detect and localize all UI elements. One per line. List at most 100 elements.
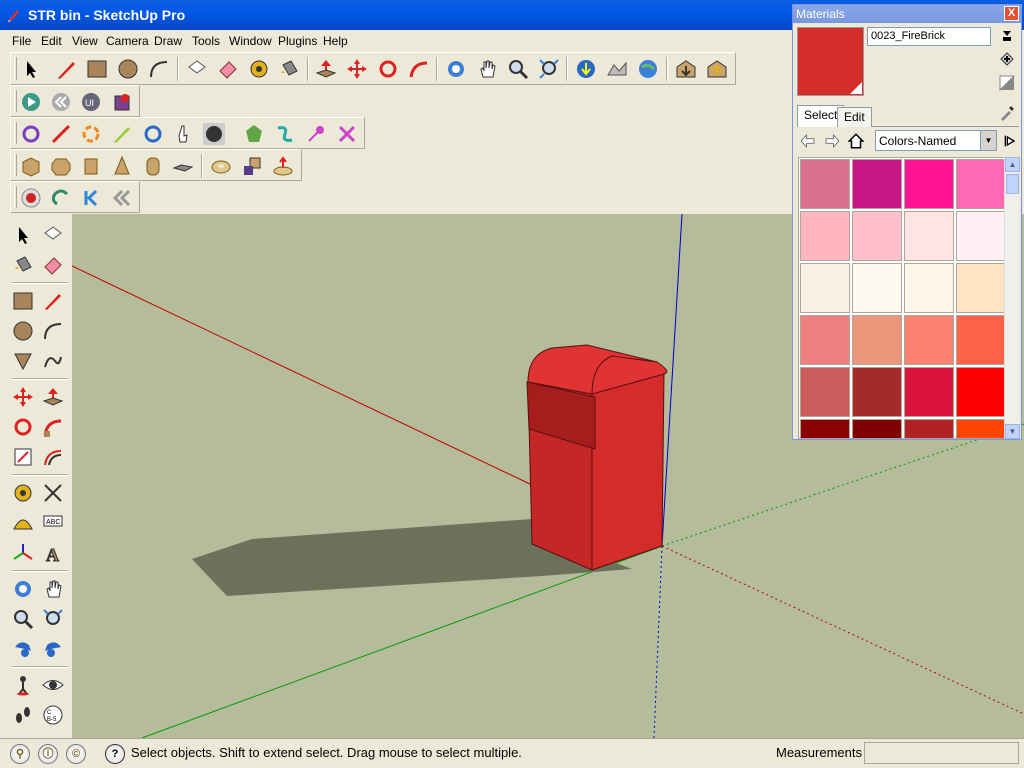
default-material-button[interactable] — [997, 73, 1017, 93]
previous-button[interactable] — [108, 184, 136, 212]
green-pencil-button[interactable] — [108, 120, 136, 148]
zoom-tool[interactable] — [9, 605, 37, 633]
next-view-tool[interactable] — [39, 635, 67, 663]
material-swatch[interactable] — [852, 419, 902, 438]
menu-draw[interactable]: Draw — [154, 34, 182, 48]
material-swatch[interactable] — [904, 211, 954, 261]
loop-button[interactable] — [47, 184, 75, 212]
material-swatch[interactable] — [852, 211, 902, 261]
magenta-x-button[interactable] — [333, 120, 361, 148]
arc-tool[interactable] — [39, 317, 67, 345]
circle-tool-button[interactable] — [114, 55, 142, 83]
material-swatch[interactable] — [956, 419, 1005, 438]
circle-tool[interactable] — [9, 317, 37, 345]
dimension-tool[interactable] — [39, 479, 67, 507]
create-material-button[interactable] — [997, 49, 1017, 69]
paint-bucket-button[interactable] — [275, 55, 303, 83]
box-button[interactable] — [17, 152, 45, 180]
cycle-orange-button[interactable] — [77, 120, 105, 148]
help-question-icon[interactable]: ? — [105, 744, 125, 764]
rotate-tool[interactable] — [9, 413, 37, 441]
3d-text-tool[interactable]: A — [39, 539, 67, 567]
select-tool-button[interactable] — [17, 55, 45, 83]
red-line-button[interactable] — [47, 120, 75, 148]
line-tool[interactable] — [39, 287, 67, 315]
swatch-scrollbar[interactable]: ▲ ▼ — [1004, 157, 1020, 439]
material-swatch[interactable] — [852, 159, 902, 209]
dome-button[interactable] — [269, 152, 297, 180]
google-earth-button[interactable] — [634, 55, 662, 83]
collection-dropdown[interactable]: Colors-Named ▼ — [875, 130, 997, 151]
current-material-swatch[interactable] — [797, 27, 864, 96]
axes-tool[interactable] — [9, 539, 37, 567]
walk-tool[interactable] — [9, 701, 37, 729]
section-plane-tool[interactable]: C B-5 — [39, 701, 67, 729]
material-swatch[interactable] — [852, 367, 902, 417]
rectangle-tool-button[interactable] — [83, 55, 111, 83]
freehand-tool[interactable] — [39, 347, 67, 375]
record-button[interactable] — [17, 184, 45, 212]
pan-tool-button[interactable] — [473, 55, 501, 83]
plugin-cube-button[interactable] — [108, 88, 136, 116]
menu-edit[interactable]: Edit — [41, 34, 62, 48]
material-swatch[interactable] — [904, 419, 954, 438]
scale-tool[interactable] — [9, 443, 37, 471]
cycle-blue-button[interactable] — [139, 120, 167, 148]
orbit-tool-button[interactable] — [442, 55, 470, 83]
push-pull-button[interactable] — [312, 55, 340, 83]
cone-button[interactable] — [108, 152, 136, 180]
make-component-button[interactable] — [183, 55, 211, 83]
material-name-field[interactable]: 0023_FireBrick — [867, 27, 991, 46]
material-swatch[interactable] — [904, 315, 954, 365]
play-button[interactable] — [17, 88, 45, 116]
previous-view-tool[interactable] — [9, 635, 37, 663]
toggle-terrain-button[interactable] — [603, 55, 631, 83]
menu-view[interactable]: View — [72, 34, 98, 48]
pointer-hand-button[interactable] — [169, 120, 197, 148]
position-camera-tool[interactable] — [9, 671, 37, 699]
material-swatch[interactable] — [800, 419, 850, 438]
material-swatch[interactable] — [956, 159, 1005, 209]
pan-tool[interactable] — [39, 575, 67, 603]
forward-button[interactable] — [821, 127, 843, 155]
menu-plugins[interactable]: Plugins — [278, 34, 317, 48]
scroll-down-icon[interactable]: ▼ — [1005, 424, 1020, 439]
material-swatch[interactable] — [800, 367, 850, 417]
credits-icon[interactable]: ⓘ — [38, 744, 58, 764]
green-shape-button[interactable] — [240, 120, 268, 148]
cycle-button[interactable] — [17, 120, 45, 148]
get-models-button[interactable] — [672, 55, 700, 83]
tape-measure-button[interactable] — [245, 55, 273, 83]
menu-window[interactable]: Window — [229, 34, 272, 48]
protractor-tool[interactable] — [9, 509, 37, 537]
material-swatch[interactable] — [956, 315, 1005, 365]
material-swatch[interactable] — [852, 263, 902, 313]
material-swatch[interactable] — [800, 159, 850, 209]
follow-me-button[interactable] — [405, 55, 433, 83]
push-pull-tool[interactable] — [39, 383, 67, 411]
line-tool-button[interactable] — [53, 55, 81, 83]
look-around-tool[interactable] — [39, 671, 67, 699]
ui-button[interactable]: UI — [77, 88, 105, 116]
cube-pair-button[interactable] — [238, 152, 266, 180]
material-swatch[interactable] — [852, 315, 902, 365]
material-swatch[interactable] — [904, 263, 954, 313]
material-swatch[interactable] — [904, 367, 954, 417]
move-tool-button[interactable] — [343, 55, 371, 83]
eraser-tool-button[interactable] — [214, 55, 242, 83]
teal-curve-button[interactable] — [271, 120, 299, 148]
share-model-button[interactable] — [703, 55, 731, 83]
rewind-button[interactable] — [47, 88, 75, 116]
arc-tool-button[interactable] — [145, 55, 173, 83]
material-swatch[interactable] — [956, 211, 1005, 261]
cylinder-button[interactable] — [77, 152, 105, 180]
octagon-prism-button[interactable] — [47, 152, 75, 180]
material-swatch[interactable] — [904, 159, 954, 209]
scroll-thumb[interactable] — [1006, 174, 1019, 194]
zoom-tool-button[interactable] — [504, 55, 532, 83]
display-secondary-pane-button[interactable] — [997, 25, 1017, 45]
rotate-tool-button[interactable] — [374, 55, 402, 83]
measurements-input[interactable] — [864, 742, 1019, 764]
geo-location-icon[interactable]: ⚲ — [10, 744, 30, 764]
polygon-tool[interactable] — [9, 347, 37, 375]
